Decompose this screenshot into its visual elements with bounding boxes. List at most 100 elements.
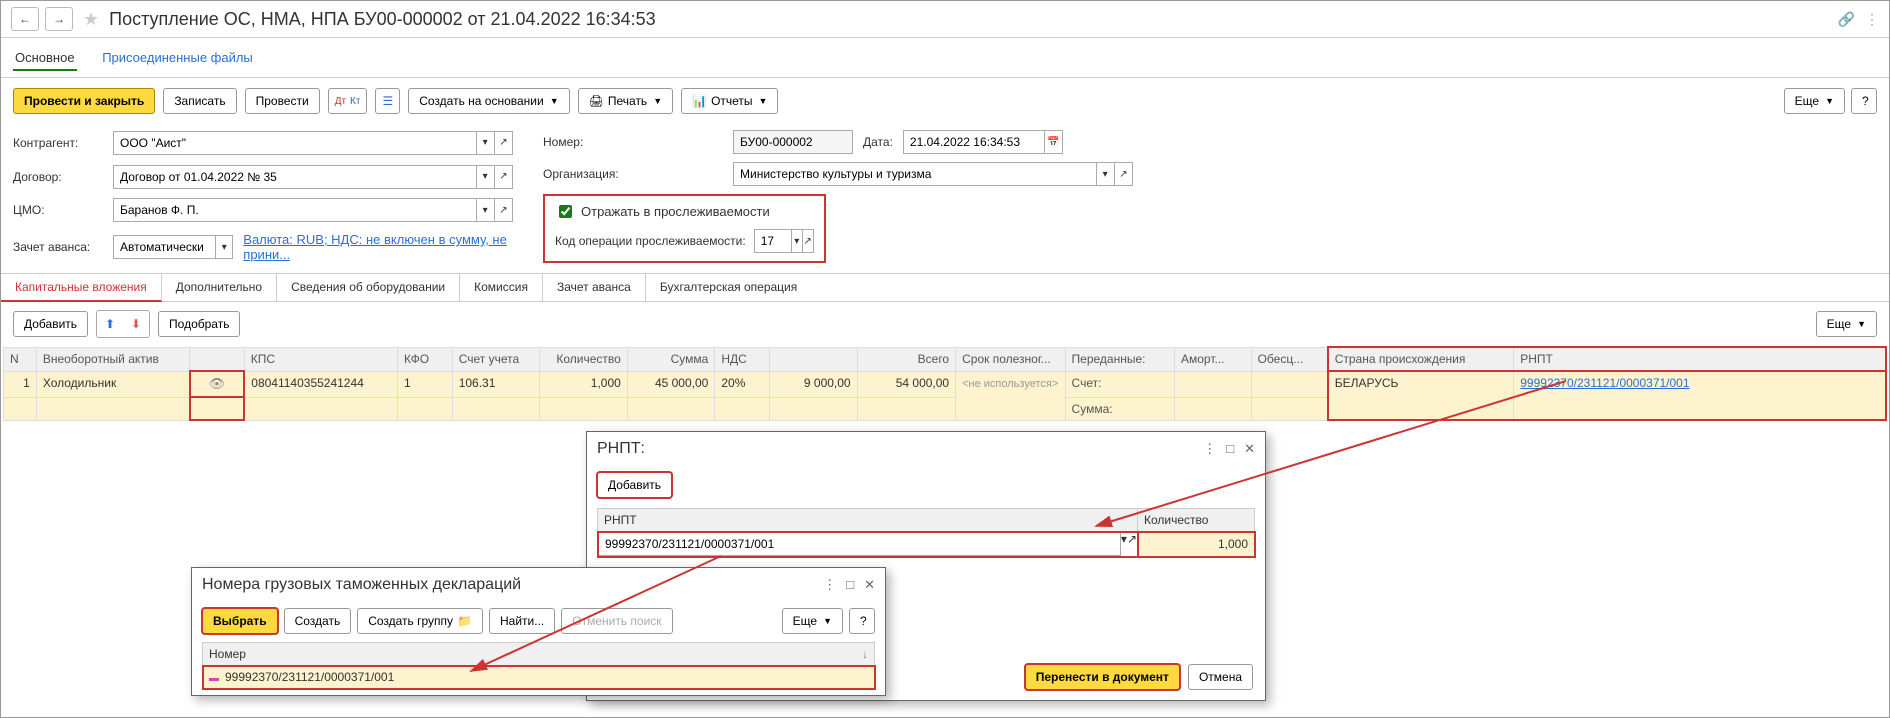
nav-forward-button[interactable]: → xyxy=(45,7,73,31)
col-transferred[interactable]: Переданные: xyxy=(1065,347,1174,371)
contract-open[interactable]: ↗ xyxy=(495,165,513,189)
col-acct[interactable]: Счет учета xyxy=(452,347,540,371)
dt-kt-button[interactable]: ДтКт xyxy=(328,88,368,114)
rnpt-col-qty[interactable]: Количество xyxy=(1138,509,1255,532)
cell-sum[interactable]: 45 000,00 xyxy=(627,371,715,397)
save-button[interactable]: Записать xyxy=(163,88,236,114)
create-based-button[interactable]: Создать на основании▼ xyxy=(408,88,569,114)
tab-additional[interactable]: Дополнительно xyxy=(162,274,277,301)
col-asset[interactable]: Внеоборотный актив xyxy=(36,347,189,371)
favorite-icon[interactable]: ★ xyxy=(83,9,99,30)
cell-life[interactable]: <не используется> xyxy=(956,371,1065,420)
org-dropdown[interactable]: ▾ xyxy=(1097,162,1115,186)
gtd-select-button[interactable]: Выбрать xyxy=(202,608,278,634)
gtd-popup-max-icon[interactable]: □ xyxy=(846,577,854,593)
help-button[interactable]: ? xyxy=(1851,88,1877,114)
rnpt-popup-max-icon[interactable]: □ xyxy=(1226,441,1234,457)
tracking-checkbox[interactable] xyxy=(559,205,572,218)
col-total[interactable]: Всего xyxy=(857,347,956,371)
contract-input[interactable] xyxy=(113,165,477,189)
col-qty[interactable]: Количество xyxy=(540,347,628,371)
tab-commission[interactable]: Комиссия xyxy=(460,274,543,301)
cell-qty[interactable]: 1,000 xyxy=(540,371,628,397)
table-more-button[interactable]: Еще▼ xyxy=(1816,311,1877,337)
col-amort[interactable]: Аморт... xyxy=(1174,347,1251,371)
cell-obesc[interactable] xyxy=(1251,371,1328,397)
gtd-popup-close-icon[interactable]: ✕ xyxy=(864,577,875,593)
gtd-help-button[interactable]: ? xyxy=(849,608,875,634)
counterparty-open[interactable]: ↗ xyxy=(495,131,513,155)
tracking-code-dropdown[interactable]: ▾ xyxy=(792,229,803,253)
col-obesc[interactable]: Обесц... xyxy=(1251,347,1328,371)
col-vat[interactable]: НДС xyxy=(715,347,770,371)
cell-vat[interactable]: 20% xyxy=(715,371,770,397)
tracking-code-open[interactable]: ↗ xyxy=(803,229,814,253)
col-kfo[interactable]: КФО xyxy=(397,347,452,371)
reports-button[interactable]: 📊 Отчеты▼ xyxy=(681,88,778,114)
rnpt-popup-close-icon[interactable]: ✕ xyxy=(1244,441,1255,457)
gtd-cancel-find-button[interactable]: Отменить поиск xyxy=(561,608,672,634)
cell-vatsum[interactable]: 9 000,00 xyxy=(770,371,858,397)
col-country[interactable]: Страна происхождения xyxy=(1328,347,1514,371)
gtd-find-button[interactable]: Найти... xyxy=(489,608,555,634)
number-input[interactable] xyxy=(733,130,853,154)
cell-kfo[interactable]: 1 xyxy=(397,371,452,397)
row-up-button[interactable]: ⬆ xyxy=(99,313,121,335)
counterparty-input[interactable] xyxy=(113,131,477,155)
row-down-button[interactable]: ⬇ xyxy=(125,313,147,335)
table-pick-button[interactable]: Подобрать xyxy=(158,311,240,337)
cell-rnpt[interactable]: 99992370/231121/0000371/001 xyxy=(1514,371,1886,420)
cell-kps[interactable]: 08041140355241244 xyxy=(244,371,397,397)
nav-back-button[interactable]: ← xyxy=(11,7,39,31)
date-picker[interactable]: 📅 xyxy=(1045,130,1063,154)
post-close-button[interactable]: Провести и закрыть xyxy=(13,88,155,114)
col-kps[interactable]: КПС xyxy=(244,347,397,371)
rnpt-cancel-button[interactable]: Отмена xyxy=(1188,664,1253,690)
cell-total[interactable]: 54 000,00 xyxy=(857,371,956,397)
cmo-dropdown[interactable]: ▾ xyxy=(477,198,495,222)
post-button[interactable]: Провести xyxy=(245,88,320,114)
advance-input[interactable] xyxy=(113,235,216,259)
gtd-more-button[interactable]: Еще▼ xyxy=(782,608,843,634)
date-input[interactable] xyxy=(903,130,1045,154)
rnpt-value-open[interactable]: ↗ xyxy=(1127,532,1137,556)
col-life[interactable]: Срок полезног... xyxy=(956,347,1065,371)
rnpt-transfer-button[interactable]: Перенести в документ xyxy=(1025,664,1180,690)
list-button[interactable]: ☰ xyxy=(375,88,400,114)
tab-accounting[interactable]: Бухгалтерская операция xyxy=(646,274,811,301)
currency-link[interactable]: Валюта: RUB; НДС: не включен в сумму, не… xyxy=(243,232,513,262)
print-button[interactable]: 🖨 Печать▼ xyxy=(578,88,673,114)
gtd-create-button[interactable]: Создать xyxy=(284,608,352,634)
section-tab-main[interactable]: Основное xyxy=(13,46,77,71)
cell-country[interactable]: БЕЛАРУСЬ xyxy=(1328,371,1514,420)
table-add-button[interactable]: Добавить xyxy=(13,311,88,337)
col-n[interactable]: N xyxy=(4,347,37,371)
rnpt-value-input[interactable] xyxy=(598,532,1121,556)
section-tab-files[interactable]: Присоединенные файлы xyxy=(100,46,255,69)
tab-equipment[interactable]: Сведения об оборудовании xyxy=(277,274,460,301)
tab-capital[interactable]: Капитальные вложения xyxy=(1,274,162,302)
cell-eye[interactable]: 👁 xyxy=(190,371,245,397)
cmo-input[interactable] xyxy=(113,198,477,222)
more-icon[interactable]: ⋮ xyxy=(1865,11,1879,28)
counterparty-dropdown[interactable]: ▾ xyxy=(477,131,495,155)
link-icon[interactable]: 🔗 xyxy=(1838,11,1855,28)
cell-amort[interactable] xyxy=(1174,371,1251,397)
gtd-popup-more-icon[interactable]: ⋮ xyxy=(823,577,836,593)
col-rnpt[interactable]: РНПТ xyxy=(1514,347,1886,371)
cell-asset[interactable]: Холодильник xyxy=(36,371,189,397)
advance-dropdown[interactable]: ▾ xyxy=(216,235,233,259)
col-sum[interactable]: Сумма xyxy=(627,347,715,371)
rnpt-qty-cell[interactable]: 1,000 xyxy=(1138,532,1255,557)
rnpt-col-rnpt[interactable]: РНПТ xyxy=(598,509,1138,532)
more-button[interactable]: Еще▼ xyxy=(1784,88,1845,114)
rnpt-add-button[interactable]: Добавить xyxy=(597,472,672,498)
rnpt-popup-more-icon[interactable]: ⋮ xyxy=(1203,441,1216,457)
gtd-col-number[interactable]: Номер↓ xyxy=(203,643,875,666)
tab-advance[interactable]: Зачет аванса xyxy=(543,274,646,301)
tracking-code-input[interactable] xyxy=(754,229,792,253)
gtd-row[interactable]: ▬99992370/231121/0000371/001 xyxy=(203,666,875,689)
cmo-open[interactable]: ↗ xyxy=(495,198,513,222)
org-input[interactable] xyxy=(733,162,1097,186)
org-open[interactable]: ↗ xyxy=(1115,162,1133,186)
